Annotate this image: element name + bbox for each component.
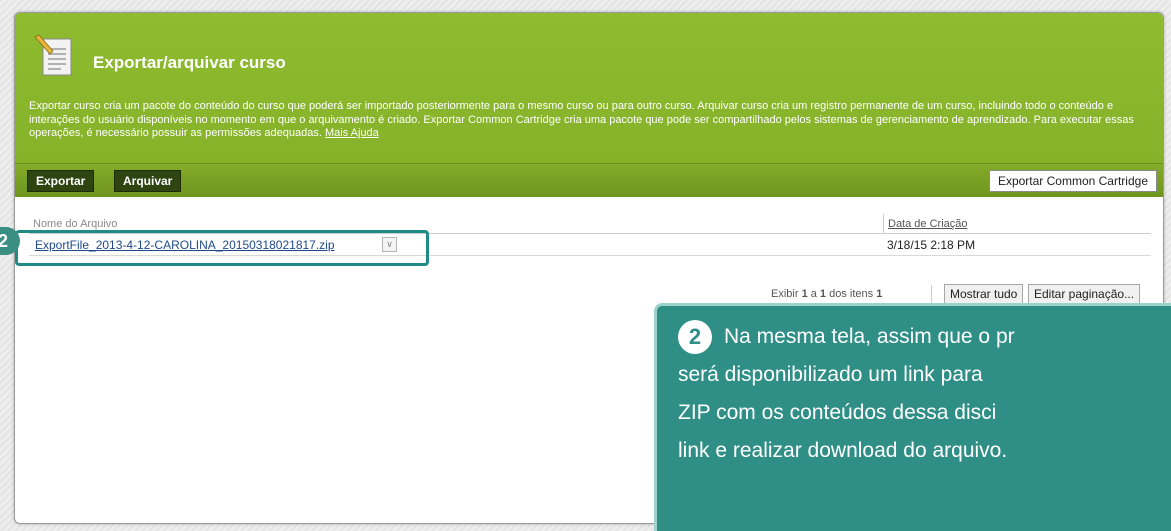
step-number-badge: 2 <box>678 320 712 355</box>
show-all-button[interactable]: Mostrar tudo <box>944 284 1024 304</box>
export-common-cartridge-button[interactable]: Exportar Common Cartridge <box>988 170 1157 192</box>
column-header-file-name: Nome do Arquivo <box>33 218 118 230</box>
divider <box>931 285 932 303</box>
document-icon <box>34 34 72 76</box>
page-header: Exportar/arquivar curso Exportar curso c… <box>15 13 1163 163</box>
column-header-created-date[interactable]: Data de Criação <box>883 214 968 234</box>
pagination-bar: Exibir 1 a 1 dos itens 1 Mostrar tudo Ed… <box>15 283 1163 305</box>
description-text: Exportar curso cria um pacote do conteúd… <box>29 100 1134 139</box>
highlight-box <box>15 230 429 266</box>
callout-line-1: 2 Na mesma tela, assim que o pr <box>678 318 1171 356</box>
action-bar: Exportar Arquivar Exportar Common Cartri… <box>15 163 1163 197</box>
created-date: 3/18/15 2:18 PM <box>887 238 976 252</box>
export-button[interactable]: Exportar <box>27 170 95 192</box>
edit-pagination-button[interactable]: Editar paginação... <box>1028 284 1141 304</box>
instruction-callout: 2 Na mesma tela, assim que o pr será disp… <box>654 303 1171 531</box>
page-title: Exportar/arquivar curso <box>93 53 286 72</box>
callout-line-3: ZIP com os conteúdos dessa disci <box>678 401 997 424</box>
callout-line-2: será disponibilizado um link para <box>678 363 983 386</box>
archive-button[interactable]: Arquivar <box>114 170 182 192</box>
more-help-link[interactable]: Mais Ajuda <box>325 127 379 139</box>
page-description: Exportar curso cria um pacote do conteúd… <box>29 100 1149 141</box>
pagination-summary: Exibir 1 a 1 dos itens 1 <box>771 288 883 300</box>
callout-line-4: link e realizar download do arquivo. <box>678 439 1008 462</box>
